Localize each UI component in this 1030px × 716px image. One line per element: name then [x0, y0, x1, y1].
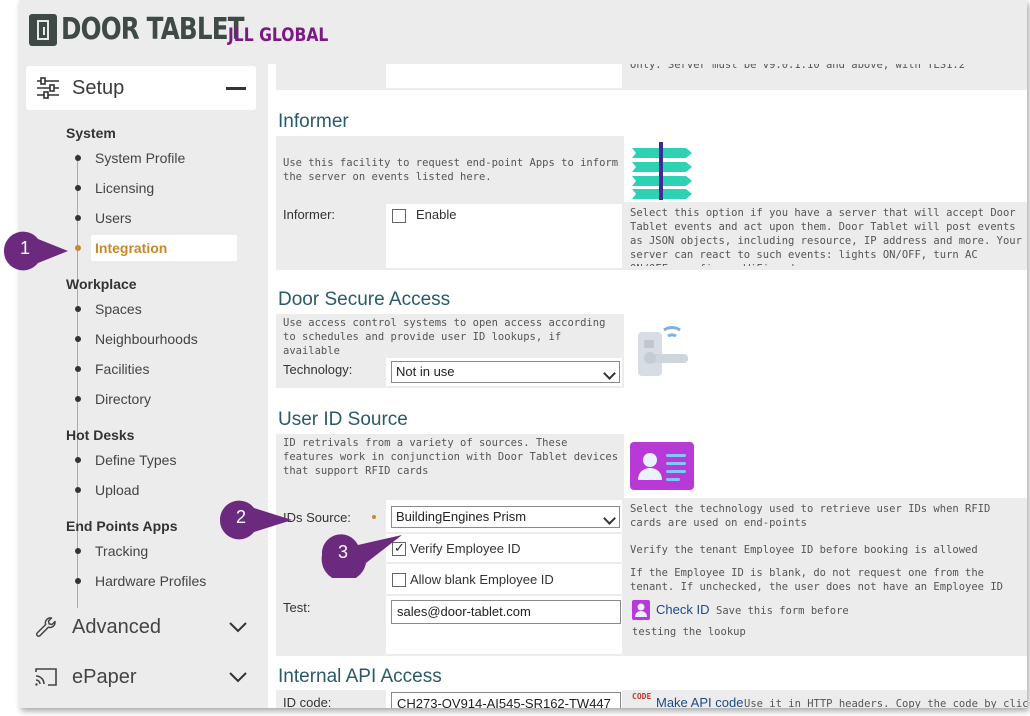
ids-source-value: BuildingEngines Prism: [396, 509, 527, 524]
user-id-description: ID retrivals from a variety of sources. …: [283, 437, 619, 477]
sidebar: Setup System System Profile Licensing Us…: [19, 64, 267, 708]
chevron-down-icon: [603, 367, 616, 380]
bullet-icon: [75, 215, 81, 221]
door-tablet-logo-icon: [29, 14, 57, 46]
required-dot-icon: [372, 515, 376, 519]
cast-icon: [35, 668, 57, 686]
make-api-help: Use it in HTTP headers. Copy the code by…: [744, 698, 1027, 708]
technology-value: Not in use: [396, 364, 455, 379]
door-secure-panel: Use access control systems to open acces…: [276, 314, 1027, 388]
bullet-icon: [75, 366, 81, 372]
epaper-menu-header[interactable]: ePaper: [34, 658, 249, 698]
check-id-link[interactable]: Check ID: [656, 602, 709, 617]
callout-2-label: 2: [235, 507, 246, 527]
bullet-icon: [75, 548, 81, 554]
test-email-input[interactable]: sales@door-tablet.com: [391, 600, 621, 624]
ids-source-help: Select the technology used to retrieve u…: [630, 503, 991, 529]
epaper-label: ePaper: [72, 666, 137, 688]
wrench-icon: [36, 617, 56, 637]
bullet-icon: [75, 396, 81, 402]
informer-panel: Use this facility to request end-point A…: [276, 136, 1027, 270]
api-panel: ID code: CH273-OV914-AI545-SR162-TW447 C…: [276, 690, 1027, 708]
technology-label: Technology:: [283, 362, 353, 377]
section-hot-desks: Hot Desks: [66, 427, 135, 443]
top-bar: DOOR TABLET JLL GLOBAL: [19, 0, 1027, 64]
id-code-input[interactable]: CH273-OV914-AI545-SR162-TW447: [391, 692, 621, 708]
door-lock-wifi-icon: [638, 325, 688, 376]
callout-1-label: 1: [19, 238, 30, 258]
advanced-menu-header[interactable]: Advanced: [34, 608, 249, 648]
informer-label: Informer:: [283, 207, 336, 222]
brand-name: DOOR TABLET: [61, 12, 244, 47]
setup-label: Setup: [72, 77, 125, 99]
bullet-icon: [75, 578, 81, 584]
informer-help: Select this option if you have a server …: [630, 207, 1022, 266]
informer-description: Use this facility to request end-point A…: [283, 157, 619, 183]
collapse-minus-icon[interactable]: [226, 87, 246, 90]
user-id-small-icon[interactable]: [632, 600, 650, 620]
top-note: Only. Server must be v9.0.1.10 and above…: [630, 64, 966, 71]
check-note-1: Save this form before: [716, 605, 849, 617]
bullet-icon: [75, 306, 81, 312]
empty-cell: [386, 64, 622, 88]
section-system: System: [66, 125, 116, 141]
callout-3-label: 3: [337, 542, 348, 562]
app-window: DOOR TABLET JLL GLOBAL Setup System Syst…: [19, 0, 1027, 708]
bullet-icon: [75, 487, 81, 493]
chevron-down-icon[interactable]: [229, 671, 247, 683]
user-card-icon: [630, 442, 694, 490]
check-note-2: testing the lookup: [632, 626, 746, 638]
tree-line: [77, 154, 78, 608]
section-workplace: Workplace: [66, 276, 137, 292]
verify-employee-id-label: Verify Employee ID: [410, 541, 521, 556]
setup-menu-header[interactable]: Setup: [26, 66, 256, 110]
door-secure-description: Use access control systems to open acces…: [283, 317, 606, 357]
section-end-points-apps: End Points Apps: [66, 518, 178, 534]
technology-select[interactable]: Not in use: [391, 361, 620, 383]
chevron-down-icon: [603, 512, 616, 525]
bullet-icon: [75, 185, 81, 191]
informer-icon: [632, 142, 692, 200]
informer-enable-label: Enable: [416, 207, 457, 222]
user-id-source-title: User ID Source: [278, 409, 408, 430]
bullet-icon: [75, 155, 81, 161]
informer-enable-checkbox[interactable]: [392, 209, 406, 223]
door-secure-title: Door Secure Access: [278, 289, 451, 310]
id-code-label: ID code:: [283, 695, 332, 708]
ids-source-select[interactable]: BuildingEngines Prism: [391, 506, 620, 528]
internal-api-title: Internal API Access: [278, 666, 442, 687]
chevron-down-icon[interactable]: [229, 621, 247, 633]
verify-help: Verify the tenant Employee ID before boo…: [630, 544, 978, 556]
bullet-icon: [75, 336, 81, 342]
organization-name: JLL GLOBAL: [228, 24, 329, 46]
code-icon: CODE: [632, 692, 652, 701]
advanced-label: Advanced: [72, 616, 161, 638]
test-label: Test:: [283, 600, 311, 615]
blank-help: If the Employee ID is blank, do not requ…: [630, 567, 1003, 593]
main-content: Only. Server must be v9.0.1.10 and above…: [268, 64, 1027, 708]
top-partial-row: Only. Server must be v9.0.1.10 and above…: [276, 64, 1027, 90]
bullet-icon: [75, 457, 81, 463]
allow-blank-employee-id-label: Allow blank Employee ID: [410, 572, 554, 587]
sliders-icon: [37, 77, 59, 99]
make-api-code-link[interactable]: Make API code: [656, 695, 743, 708]
informer-title: Informer: [278, 111, 349, 132]
